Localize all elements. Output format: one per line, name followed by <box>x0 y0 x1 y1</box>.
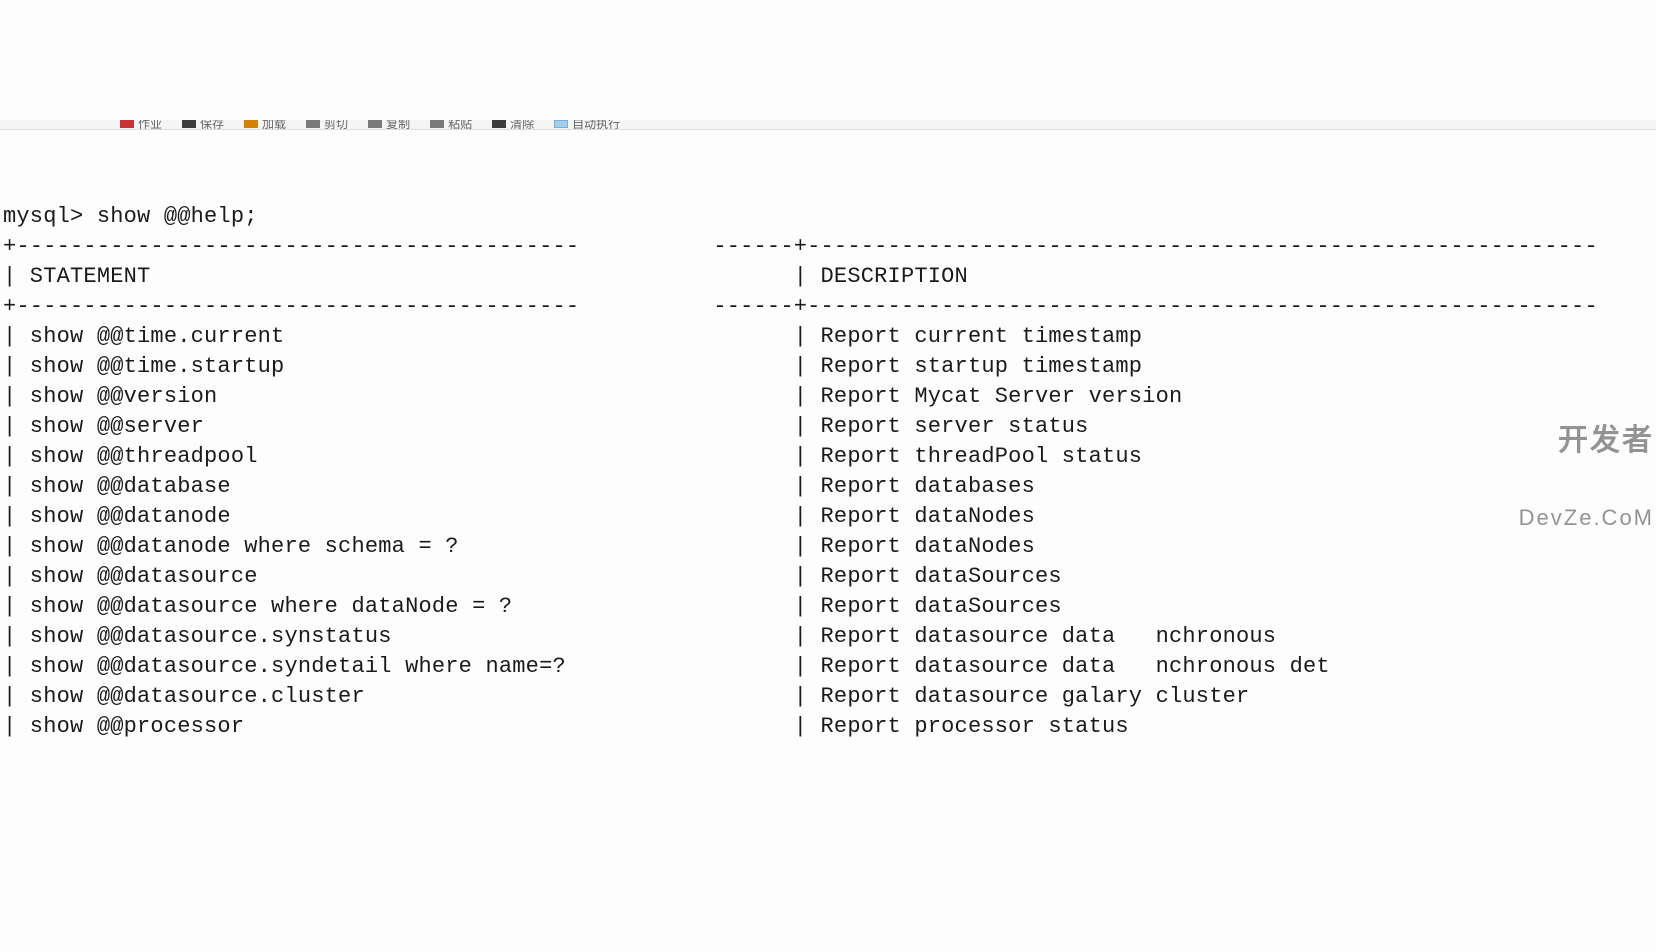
table-row: | show @@server | Report server status <box>3 412 1653 442</box>
toolbar-button[interactable]: 剪切 <box>306 120 348 129</box>
toolbar-button[interactable]: 粘贴 <box>430 120 472 129</box>
table-border-line: +---------------------------------------… <box>3 232 1653 262</box>
toolbar-button-label: 复制 <box>386 120 410 130</box>
toolbar-button[interactable]: 自动执行 <box>554 120 620 129</box>
orange-icon <box>244 120 258 128</box>
table-row: | show @@datanode | Report dataNodes <box>3 502 1653 532</box>
mysql-prompt-line: mysql> show @@help; <box>3 202 1653 232</box>
toolbar-button[interactable]: 加载 <box>244 120 286 129</box>
gray-icon <box>306 120 320 128</box>
toolbar-button[interactable]: 复制 <box>368 120 410 129</box>
toolbar-button-label: 清除 <box>510 120 534 130</box>
toolbar-button-label: 剪切 <box>324 120 348 130</box>
toolbar-button[interactable]: 清除 <box>492 120 534 129</box>
grid-icon <box>492 120 506 128</box>
terminal-output: mysql> show @@help;+--------------------… <box>0 190 1656 742</box>
table-row: | show @@threadpool | Report threadPool … <box>3 442 1653 472</box>
dark-icon <box>182 120 196 128</box>
gray-icon <box>368 120 382 128</box>
table-header-line: | STATEMENT | DESCRIPTION <box>3 262 1653 292</box>
table-row: | show @@database | Report databases <box>3 472 1653 502</box>
toolbar-button-label: 加载 <box>262 120 286 130</box>
table-row: | show @@datasource.synstatus | Report d… <box>3 622 1653 652</box>
gray-icon <box>430 120 444 128</box>
toolbar-button-label: 作业 <box>138 120 162 130</box>
toolbar-button-label: 保存 <box>200 120 224 130</box>
table-row: | show @@version | Report Mycat Server v… <box>3 382 1653 412</box>
table-row: | show @@datasource where dataNode = ? |… <box>3 592 1653 622</box>
blue-icon <box>554 120 568 128</box>
table-row: | show @@datanode where schema = ? | Rep… <box>3 532 1653 562</box>
table-row: | show @@processor | Report processor st… <box>3 712 1653 742</box>
toolbar: 作业 保存 加载 剪切 复制 粘贴 清除 自动执行 <box>0 120 1656 130</box>
table-row: | show @@time.current | Report current t… <box>3 322 1653 352</box>
toolbar-button-label: 粘贴 <box>448 120 472 130</box>
table-border-line: +---------------------------------------… <box>3 292 1653 322</box>
table-row: | show @@time.startup | Report startup t… <box>3 352 1653 382</box>
table-row: | show @@datasource.syndetail where name… <box>3 652 1653 682</box>
table-row: | show @@datasource.cluster | Report dat… <box>3 682 1653 712</box>
toolbar-button[interactable]: 保存 <box>182 120 224 129</box>
toolbar-button-label: 自动执行 <box>572 120 620 130</box>
table-row: | show @@datasource | Report dataSources <box>3 562 1653 592</box>
toolbar-button[interactable]: 作业 <box>120 120 162 129</box>
red-icon <box>120 120 134 128</box>
